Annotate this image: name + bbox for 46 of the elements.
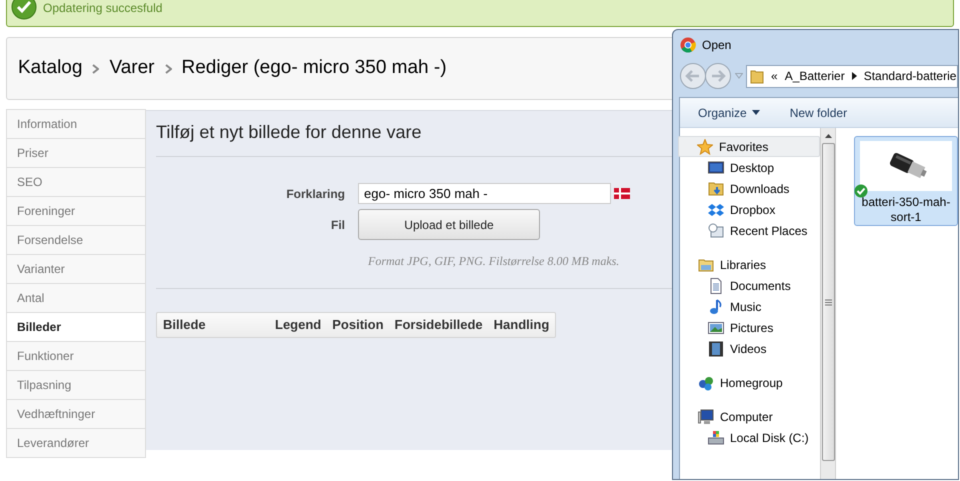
nav-item[interactable]: Downloads (680, 178, 820, 199)
page-title: Rediger (ego- micro 350 mah -) (182, 56, 447, 80)
nav-item[interactable]: Desktop (680, 157, 820, 178)
nav-item[interactable]: Local Disk (C:) (680, 427, 820, 448)
sidebar-item[interactable]: Forsendelse (6, 225, 146, 255)
sidebar-item[interactable]: Antal (6, 283, 146, 313)
nav-item[interactable]: Homegroup (680, 372, 820, 393)
nav-item[interactable]: Documents (680, 275, 820, 296)
sidebar-item[interactable]: Billeder (6, 312, 146, 342)
address-bar[interactable]: « A_Batterier Standard-batterie (746, 64, 958, 88)
path-segment[interactable]: A_Batterier (784, 67, 845, 85)
sidebar-item[interactable]: Foreninger (6, 196, 146, 226)
field-label: Forklaring (285, 186, 346, 202)
column-header: Handling (494, 316, 550, 334)
file-tile[interactable]: batteri-350-mah-sort-1 (854, 136, 958, 226)
column-header: Legend (275, 316, 322, 334)
column-header: Billede (163, 316, 207, 334)
caption-field[interactable]: ego- micro 350 mah - (358, 183, 611, 204)
column-header: Position (332, 316, 384, 334)
nav-item[interactable]: Dropbox (680, 199, 820, 220)
sidebar-item[interactable]: Priser (6, 138, 146, 168)
sidebar-item[interactable]: Information (6, 109, 146, 139)
sidebar-item[interactable]: SEO (6, 167, 146, 197)
nav-item[interactable]: Favorites (678, 136, 820, 157)
breadcrumb-link[interactable]: Katalog (18, 54, 82, 83)
notice-text: Opdatering succesfuld (43, 0, 162, 17)
breadcrumb-link[interactable]: Varer (109, 54, 155, 83)
nav-item[interactable]: Computer (680, 406, 820, 427)
column-header: Forsidebillede (394, 316, 483, 334)
nav-item[interactable]: Libraries (680, 254, 820, 275)
sidebar-item[interactable]: Leverandører (6, 428, 146, 458)
nav-item[interactable]: Recent Places (680, 220, 820, 241)
overflow-icon[interactable]: « (771, 67, 778, 85)
nav-item[interactable]: Music (680, 296, 820, 317)
sidebar-item[interactable]: Vedhæftninger (6, 399, 146, 429)
sidebar-item[interactable]: Varianter (6, 254, 146, 284)
nav-item[interactable]: Videos (680, 338, 820, 359)
sidebar-item[interactable]: Tilpasning (6, 370, 146, 400)
hint-text: Format JPG, GIF, PNG. Filstørrelse 8.00 MB maks. (368, 253, 620, 270)
file-name: batteri-350-mah-sort-1 (860, 195, 952, 225)
sidebar-item[interactable]: Funktioner (6, 341, 146, 371)
field-label: Fil (330, 216, 346, 234)
upload-button[interactable]: Upload et billede (358, 209, 540, 240)
path-segment[interactable]: Standard-batterie (864, 67, 956, 85)
nav-item[interactable]: Pictures (680, 317, 820, 338)
window-title: Open (702, 37, 732, 54)
